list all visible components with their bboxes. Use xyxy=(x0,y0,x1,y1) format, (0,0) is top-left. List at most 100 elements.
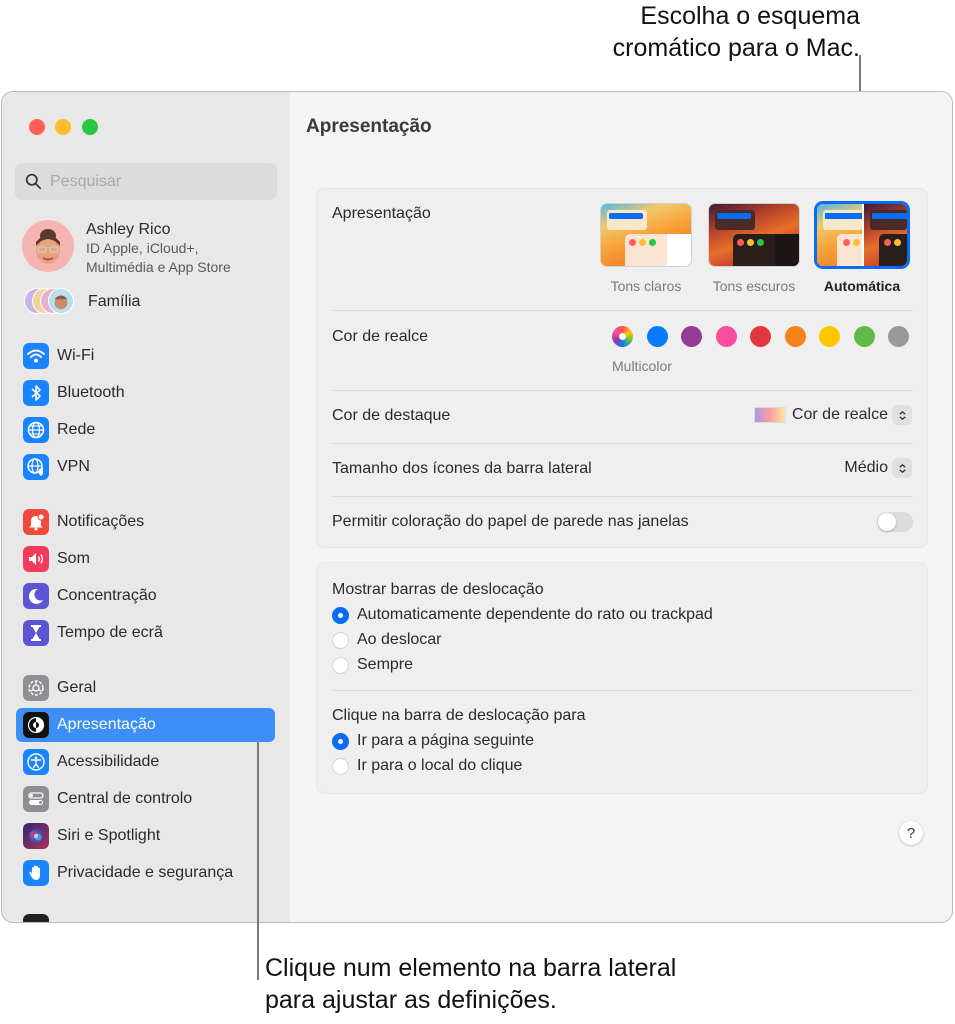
sidebar-item-bluetooth[interactable]: Bluetooth xyxy=(16,376,275,410)
accent-color-caption: Multicolor xyxy=(612,358,672,374)
radio-scrollbars-automatic[interactable]: Automaticamente dependente do rato ou tr… xyxy=(332,606,713,624)
radio-button[interactable] xyxy=(332,606,349,624)
hand-icon xyxy=(23,860,49,886)
appearance-icon xyxy=(23,712,49,738)
radio-jump-next-page[interactable]: Ir para a página seguinte xyxy=(332,732,534,750)
swatch-pink[interactable] xyxy=(715,326,737,347)
profile-subtitle: Multimédia e App Store xyxy=(86,259,231,275)
sidebar-item-label: VPN xyxy=(57,458,90,475)
radio-scrollbars-always[interactable]: Sempre xyxy=(332,656,413,674)
search-field[interactable] xyxy=(15,163,277,200)
click-scrollbar-label: Clique na barra de deslocação para xyxy=(332,707,586,724)
sidebar-icon-size-value: Médio xyxy=(844,459,888,476)
hourglass-icon xyxy=(23,620,49,646)
sidebar-icon-size-label: Tamanho dos ícones da barra lateral xyxy=(332,460,592,477)
highlight-color-popup[interactable]: Cor de realce xyxy=(753,405,912,425)
swatch-red[interactable] xyxy=(750,326,771,347)
sidebar-item-appearance[interactable]: Apresentação xyxy=(16,708,275,742)
partially-hidden-item-icon xyxy=(23,914,49,922)
radio-label: Ir para a página seguinte xyxy=(357,732,535,749)
search-icon xyxy=(25,173,42,190)
globe-icon xyxy=(23,417,49,443)
radio-button[interactable] xyxy=(332,757,349,775)
radio-label: Ao deslocar xyxy=(357,631,442,648)
sidebar-item-label: Notificações xyxy=(57,513,145,530)
settings-window: Ashley Rico ID Apple, iCloud+, Multimédi… xyxy=(1,91,953,923)
search-input[interactable] xyxy=(50,172,250,191)
radio-scrollbars-when-scrolling[interactable]: Ao deslocar xyxy=(332,631,442,649)
swatch-yellow[interactable] xyxy=(819,326,840,347)
appearance-settings-group: Apresentação Tons claros Tons escuros Au… xyxy=(316,188,928,548)
main-panel: Apresentação Apresentação Tons claros To… xyxy=(290,92,952,922)
vpn-globe-icon xyxy=(23,454,49,480)
light-theme-thumbnail xyxy=(601,204,691,266)
theme-option-auto[interactable]: Automática xyxy=(814,204,910,294)
sidebar-item-general[interactable]: Geral xyxy=(16,671,275,705)
callout-leader-line xyxy=(257,742,259,980)
sidebar-item-privacy-security[interactable]: Privacidade e segurança xyxy=(16,856,275,890)
control-center-icon xyxy=(23,786,49,812)
theme-option-light[interactable]: Tons claros xyxy=(598,204,694,294)
theme-option-dark[interactable]: Tons escuros xyxy=(706,204,802,294)
zoom-window-button[interactable] xyxy=(82,119,98,135)
apple-id-profile[interactable]: Ashley Rico ID Apple, iCloud+, Multimédi… xyxy=(22,220,272,280)
swatch-graphite[interactable] xyxy=(888,326,909,347)
highlight-color-preview xyxy=(753,407,786,423)
sidebar-item-control-center[interactable]: Central de controlo xyxy=(16,782,275,816)
memoji-icon xyxy=(36,229,60,264)
theme-label: Tons escuros xyxy=(712,278,796,294)
swatch-multicolor[interactable] xyxy=(612,326,633,347)
sidebar-item-label: Acessibilidade xyxy=(57,753,160,770)
sidebar-item-siri-spotlight[interactable]: Siri e Spotlight xyxy=(16,819,275,853)
sidebar-item-network[interactable]: Rede xyxy=(16,413,275,447)
sidebar-item-family[interactable]: Família xyxy=(24,288,140,316)
sidebar-item-wifi[interactable]: Wi-Fi xyxy=(16,339,275,373)
sidebar-item-label: Siri e Spotlight xyxy=(57,827,161,844)
sidebar-item-notifications[interactable]: Notificações xyxy=(16,505,275,539)
sidebar-icon-size-popup[interactable]: Médio xyxy=(844,458,912,478)
sidebar-item-focus[interactable]: Concentração xyxy=(16,579,275,613)
radio-label: Ir para o local do clique xyxy=(357,757,523,774)
family-avatars-icon xyxy=(24,288,76,316)
highlight-color-label: Cor de destaque xyxy=(332,407,451,424)
sidebar-item-sound[interactable]: Som xyxy=(16,542,275,576)
radio-button[interactable] xyxy=(332,631,349,649)
siri-icon xyxy=(23,823,49,849)
sidebar-item-label: Tempo de ecrã xyxy=(57,624,163,641)
radio-jump-click-location[interactable]: Ir para o local do clique xyxy=(332,757,522,775)
radio-label: Automaticamente dependente do rato ou tr… xyxy=(357,606,713,623)
dark-theme-thumbnail xyxy=(709,204,799,266)
sidebar-item-accessibility[interactable]: Acessibilidade xyxy=(16,745,275,779)
sidebar-item-label: Concentração xyxy=(57,587,157,604)
swatch-green[interactable] xyxy=(853,326,875,347)
sidebar-item-label: Bluetooth xyxy=(57,384,125,401)
radio-button[interactable] xyxy=(332,656,349,674)
divider xyxy=(331,496,913,497)
appearance-label: Apresentação xyxy=(332,205,431,222)
sidebar-item-label: Wi-Fi xyxy=(57,347,95,364)
sidebar-item-label: Apresentação xyxy=(57,716,156,733)
close-window-button[interactable] xyxy=(29,119,45,135)
wallpaper-tinting-toggle[interactable] xyxy=(877,512,913,532)
swatch-purple[interactable] xyxy=(681,326,702,347)
profile-subtitle: ID Apple, iCloud+, xyxy=(86,240,199,256)
minimize-window-button[interactable] xyxy=(55,119,71,135)
swatch-orange[interactable] xyxy=(784,326,806,347)
sidebar-item-screen-time[interactable]: Tempo de ecrã xyxy=(16,616,275,650)
sidebar-item-label: Rede xyxy=(57,421,96,438)
profile-name: Ashley Rico xyxy=(86,221,171,238)
help-button[interactable]: ? xyxy=(899,821,923,845)
sidebar-item-vpn[interactable]: VPN xyxy=(16,450,275,484)
avatar xyxy=(22,220,74,272)
accessibility-icon xyxy=(23,749,49,775)
highlight-color-value: Cor de realce xyxy=(791,406,888,423)
radio-button[interactable] xyxy=(332,732,349,750)
swatch-blue[interactable] xyxy=(646,326,668,347)
wallpaper-tinting-label: Permitir coloração do papel de parede na… xyxy=(332,513,689,530)
chevron-up-down-icon xyxy=(892,458,912,478)
moon-icon xyxy=(23,583,49,609)
sidebar-item-label: Geral xyxy=(57,679,97,696)
chevron-up-down-icon xyxy=(892,405,912,425)
radio-label: Sempre xyxy=(357,656,414,673)
gear-icon xyxy=(23,675,49,701)
